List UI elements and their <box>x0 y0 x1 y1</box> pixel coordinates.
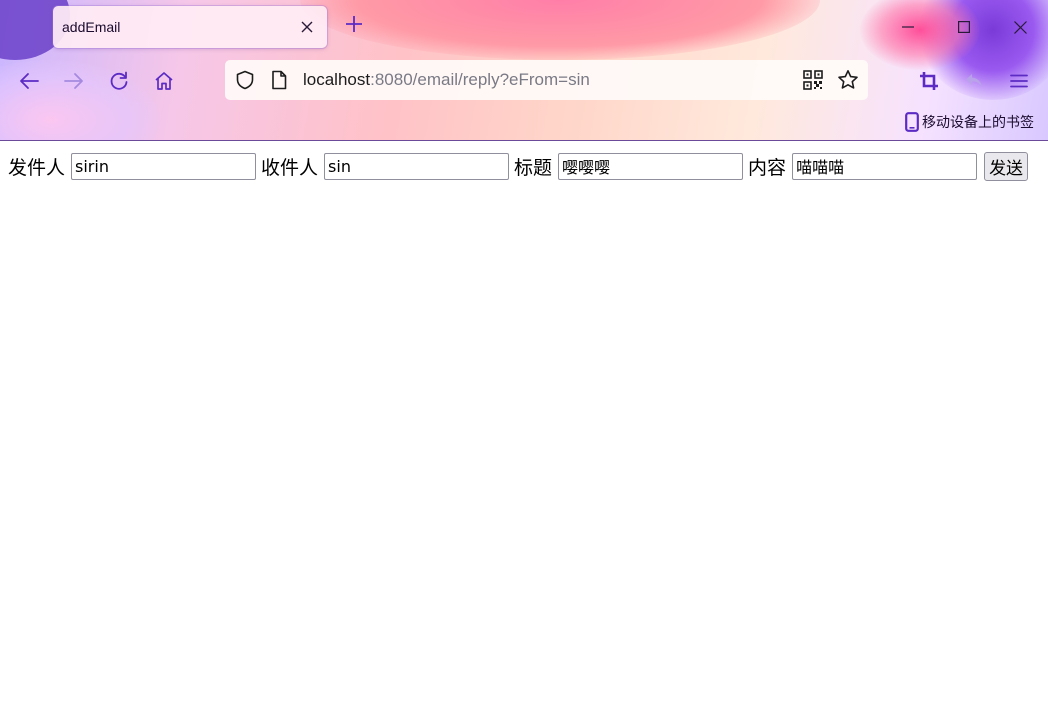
close-icon <box>1013 20 1027 34</box>
url-path: :8080/email/reply?eFrom=sin <box>370 70 590 89</box>
minimize-icon <box>902 26 914 28</box>
new-tab-button[interactable] <box>342 15 366 39</box>
close-window-button[interactable] <box>1003 10 1037 44</box>
close-tab-icon[interactable] <box>297 17 317 37</box>
hamburger-menu-icon <box>1010 74 1028 88</box>
crop-icon <box>920 72 938 90</box>
undo-button[interactable] <box>957 64 991 98</box>
mobile-bookmarks-label: 移动设备上的书签 <box>922 114 1034 130</box>
home-icon <box>155 72 173 90</box>
home-button[interactable] <box>147 64 181 98</box>
browser-chrome: addEmail localhost:8080/email/reply?eFro… <box>0 0 1048 141</box>
maximize-icon <box>958 21 970 33</box>
content-label: 内容 <box>748 156 787 179</box>
url-text[interactable]: localhost:8080/email/reply?eFrom=sin <box>303 70 590 90</box>
mobile-device-icon <box>905 112 919 132</box>
subject-label: 标题 <box>514 156 553 179</box>
content-input[interactable] <box>792 152 978 180</box>
url-bar[interactable]: localhost:8080/email/reply?eFrom=sin <box>225 60 868 100</box>
plus-icon <box>346 16 362 32</box>
sender-input[interactable] <box>71 152 257 180</box>
screenshot-button[interactable] <box>912 64 946 98</box>
reload-icon <box>110 71 128 90</box>
reload-button[interactable] <box>102 64 136 98</box>
recipient-input[interactable] <box>324 152 510 180</box>
forward-button[interactable] <box>57 64 91 98</box>
recipient-label: 收件人 <box>261 156 319 179</box>
page-icon[interactable] <box>271 70 287 95</box>
reply-arrow-icon <box>966 74 982 87</box>
url-host: localhost <box>303 70 371 89</box>
mobile-bookmarks[interactable]: 移动设备上的书签 <box>905 112 1034 132</box>
qr-code-icon[interactable] <box>803 70 823 95</box>
sender-label: 发件人 <box>8 156 66 179</box>
email-form: 发件人 收件人 标题 内容 发送 <box>8 151 1029 181</box>
menu-button[interactable] <box>1002 64 1036 98</box>
subject-input[interactable] <box>558 152 744 180</box>
minimize-button[interactable] <box>891 10 925 44</box>
send-button[interactable]: 发送 <box>984 151 1029 181</box>
arrow-left-icon <box>20 73 39 89</box>
maximize-button[interactable] <box>947 10 981 44</box>
bookmark-star-icon[interactable] <box>837 69 859 96</box>
back-button[interactable] <box>12 64 46 98</box>
tab-title: addEmail <box>62 19 121 35</box>
tab-active[interactable]: addEmail <box>53 6 327 48</box>
shield-icon[interactable] <box>235 70 255 95</box>
arrow-right-icon <box>64 73 83 89</box>
